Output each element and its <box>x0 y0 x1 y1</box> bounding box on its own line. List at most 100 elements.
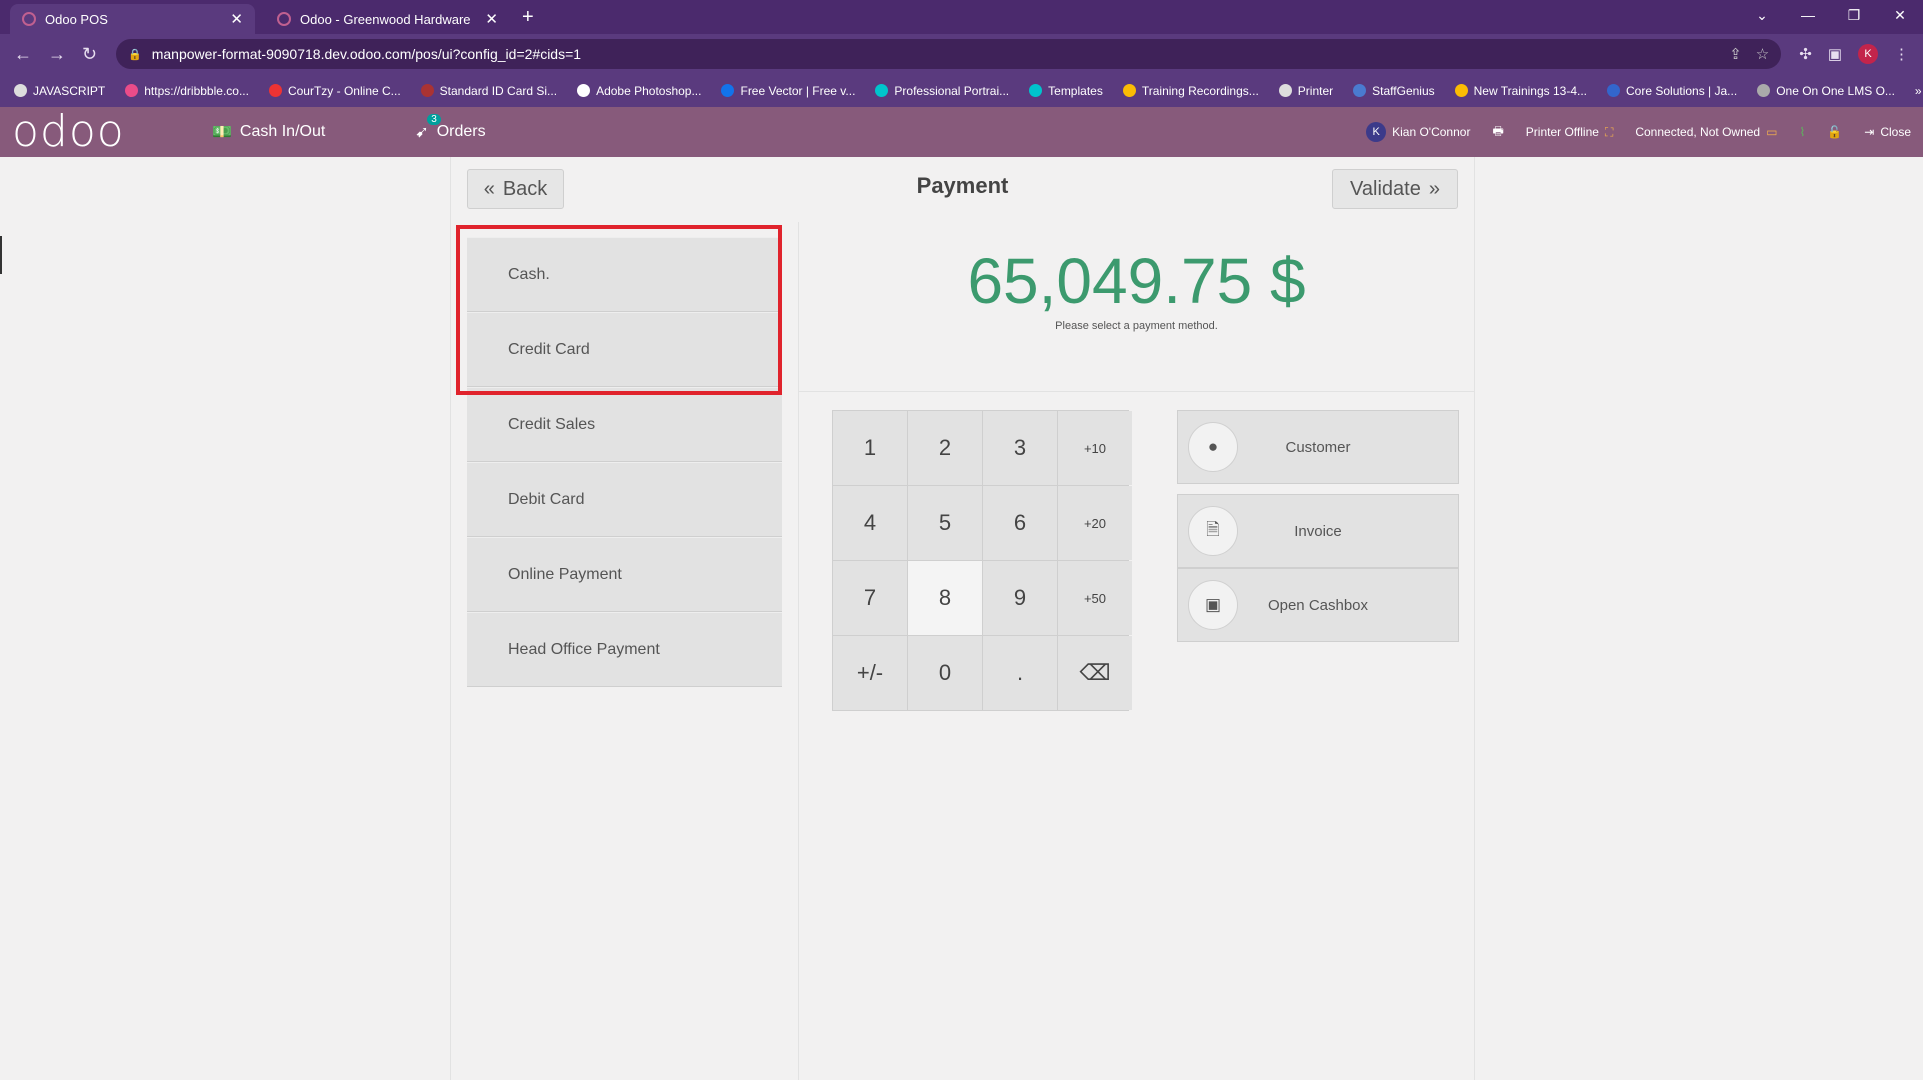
bookmark-item[interactable]: CourTzy - Online C... <box>268 84 401 98</box>
back-arrow-icon[interactable]: ← <box>14 44 32 65</box>
bookmark-item[interactable]: Professional Portrai... <box>875 84 1009 98</box>
numpad-key-8[interactable]: 8 <box>908 561 982 635</box>
money-icon: 💵 <box>212 124 232 141</box>
bookmark-favicon-icon <box>1757 84 1771 97</box>
lock-icon: 🔒 <box>128 48 142 61</box>
dribbble-icon <box>125 84 139 97</box>
orders-button[interactable]: ➹ 3 Orders <box>415 114 486 142</box>
payment-method-head-office[interactable]: Head Office Payment <box>467 612 782 687</box>
drive-icon <box>1454 84 1468 97</box>
address-bar-row: ← → ↻ 🔒 manpower-format-9090718.dev.odoo… <box>0 34 1923 74</box>
url-input[interactable]: 🔒 manpower-format-9090718.dev.odoo.com/p… <box>116 39 1782 69</box>
payment-method-online-payment[interactable]: Online Payment <box>467 537 782 612</box>
close-tab-icon[interactable]: ✕ <box>230 10 243 28</box>
reload-icon[interactable]: ↻ <box>82 44 98 65</box>
bookmark-item[interactable]: New Trainings 13-4... <box>1454 84 1587 98</box>
payment-method-credit-card[interactable]: Credit Card <box>467 312 782 387</box>
side-panel-icon[interactable]: ▣ <box>1828 45 1842 63</box>
printer-status[interactable]: Printer Offline ⛶ <box>1526 125 1614 140</box>
extensions-icon[interactable]: ✣ <box>1799 45 1812 63</box>
payment-method-debit-card[interactable]: Debit Card <box>467 462 782 537</box>
validate-button[interactable]: Validate » <box>1332 169 1458 209</box>
bookmark-item[interactable]: Core Solutions | Ja... <box>1607 84 1737 98</box>
cash-in-out-label: Cash In/Out <box>239 123 326 140</box>
bookmark-item[interactable]: Standard ID Card Si... <box>420 84 557 98</box>
profile-avatar[interactable]: K <box>1858 44 1878 64</box>
bookmark-item[interactable]: Free Vector | Free v... <box>721 84 855 98</box>
pos-header: odoo 💵 Cash In/Out ➹ 3 Orders K Kian O'C… <box>0 107 1923 157</box>
cashier-selector[interactable]: K Kian O'Connor <box>1366 122 1470 142</box>
numpad-key-9[interactable]: 9 <box>983 561 1057 635</box>
bookmark-item[interactable]: Templates <box>1029 84 1103 98</box>
invoice-button[interactable]: 🗎 Invoice <box>1177 494 1459 568</box>
numpad-key-1[interactable]: 1 <box>833 411 907 485</box>
odoo-favicon-icon <box>22 12 36 26</box>
bookmark-favicon-icon <box>268 84 282 97</box>
connection-status[interactable]: Connected, Not Owned ▭ <box>1635 125 1777 139</box>
more-bookmarks-icon[interactable]: » <box>1915 84 1922 98</box>
tab-title: Odoo - Greenwood Hardware <box>300 11 471 27</box>
payment-content: 65,049.75 $ Please select a payment meth… <box>799 222 1474 1080</box>
payment-method-credit-sales[interactable]: Credit Sales <box>467 387 782 462</box>
bookmark-star-icon[interactable]: ☆ <box>1756 45 1769 63</box>
payment-screen: « Back Payment Validate » Cash. Credit C… <box>450 157 1475 1080</box>
bookmarks-bar: JAVASCRIPT https://dribbble.co... CourTz… <box>0 74 1923 107</box>
bookmark-favicon-icon <box>420 84 434 97</box>
bookmark-item[interactable]: One On One LMS O... <box>1757 84 1895 98</box>
numpad-key-6[interactable]: 6 <box>983 486 1057 560</box>
amount-due-area: 65,049.75 $ Please select a payment meth… <box>799 222 1474 392</box>
bookmark-favicon-icon <box>1353 84 1367 97</box>
orders-count-badge: 3 <box>427 114 441 125</box>
bookmark-item[interactable]: https://dribbble.co... <box>125 84 249 98</box>
forward-arrow-icon[interactable]: → <box>48 44 66 65</box>
share-icon[interactable]: ⇪ <box>1729 45 1742 63</box>
new-tab-icon[interactable]: + <box>522 6 534 29</box>
numpad: 1 2 3 +10 4 5 6 +20 7 8 9 +50 +/- 0 . ⌫ <box>832 410 1132 711</box>
browser-tab-odoo-pos[interactable]: Odoo POS ✕ <box>10 4 255 34</box>
numpad-key-decimal[interactable]: . <box>983 636 1057 710</box>
google-icon <box>577 84 591 97</box>
bookmark-favicon-icon <box>14 84 27 97</box>
browser-tab-greenwood[interactable]: Odoo - Greenwood Hardware ✕ <box>265 4 510 34</box>
numpad-key-2[interactable]: 2 <box>908 411 982 485</box>
page-edge-marker <box>0 236 2 274</box>
numpad-key-plus10[interactable]: +10 <box>1058 411 1132 485</box>
file-text-icon: 🗎 <box>1188 506 1238 556</box>
tab-title: Odoo POS <box>45 11 108 27</box>
bookmark-item[interactable]: JAVASCRIPT <box>14 84 105 98</box>
minimize-icon[interactable]: — <box>1785 0 1831 30</box>
close-session-button[interactable]: ⇥ Close <box>1864 125 1911 139</box>
tab-search-icon[interactable]: ⌄ <box>1739 0 1785 30</box>
bookmark-item[interactable]: Printer <box>1278 84 1333 98</box>
canva-icon <box>875 84 889 97</box>
odoo-logo: odoo <box>12 106 125 157</box>
close-window-icon[interactable]: ✕ <box>1877 0 1923 30</box>
user-icon: ● <box>1188 422 1238 472</box>
numpad-key-plus50[interactable]: +50 <box>1058 561 1132 635</box>
backspace-icon[interactable]: ⌫ <box>1058 636 1132 710</box>
customer-button[interactable]: ● Customer <box>1177 410 1459 484</box>
printer-icon[interactable]: 🖶 <box>1492 122 1503 143</box>
bookmark-item[interactable]: StaffGenius <box>1353 84 1435 98</box>
network-sitemap-icon: ⛶ <box>1604 124 1614 139</box>
orders-icon: ➹ <box>415 124 429 141</box>
odoo-favicon-icon <box>277 12 291 26</box>
numpad-key-sign[interactable]: +/- <box>833 636 907 710</box>
bookmark-favicon-icon <box>1607 84 1621 97</box>
orders-label: Orders <box>436 123 486 140</box>
close-tab-icon[interactable]: ✕ <box>485 10 498 28</box>
unlock-icon[interactable]: 🔓 <box>1827 125 1842 139</box>
numpad-key-7[interactable]: 7 <box>833 561 907 635</box>
numpad-key-0[interactable]: 0 <box>908 636 982 710</box>
bookmark-item[interactable]: Training Recordings... <box>1122 84 1259 98</box>
numpad-key-5[interactable]: 5 <box>908 486 982 560</box>
numpad-key-plus20[interactable]: +20 <box>1058 486 1132 560</box>
payment-method-cash[interactable]: Cash. <box>467 237 782 312</box>
cash-in-out-button[interactable]: 💵 Cash In/Out <box>212 122 325 142</box>
open-cashbox-button[interactable]: ▣ Open Cashbox <box>1177 568 1459 642</box>
numpad-key-4[interactable]: 4 <box>833 486 907 560</box>
restore-icon[interactable]: ❐ <box>1831 0 1877 30</box>
bookmark-item[interactable]: Adobe Photoshop... <box>577 84 701 98</box>
numpad-key-3[interactable]: 3 <box>983 411 1057 485</box>
menu-kebab-icon[interactable]: ⋮ <box>1894 45 1909 63</box>
